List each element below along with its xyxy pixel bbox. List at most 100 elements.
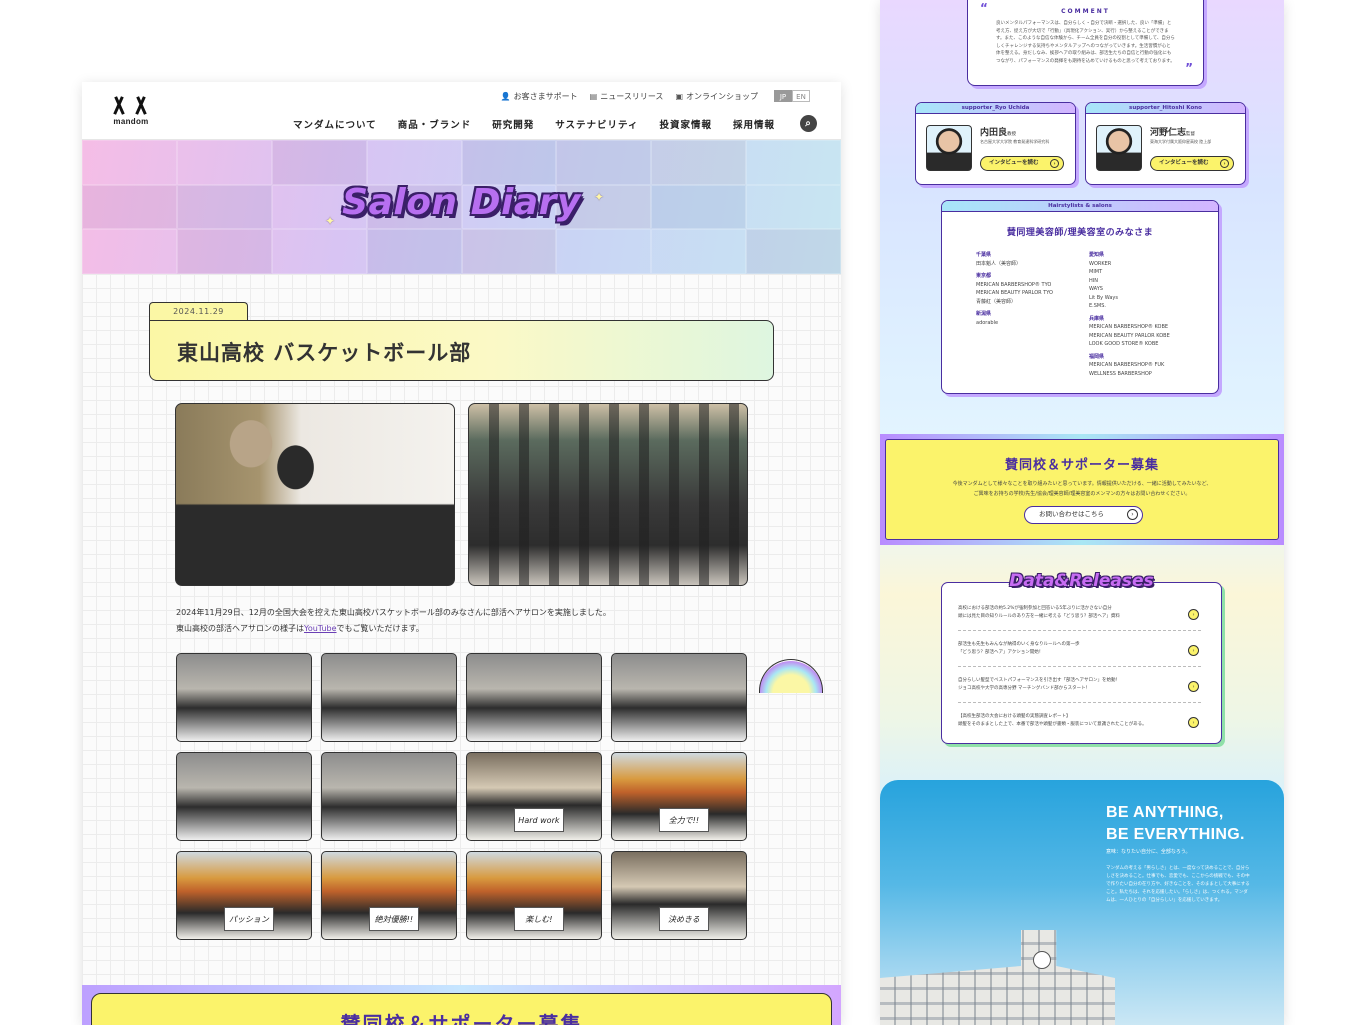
- gallery-photo[interactable]: 決めきる: [611, 851, 747, 940]
- supporter-name-text: 内田良: [980, 128, 1008, 138]
- article-content: 2024.11.29 東山高校 バスケットボール部 2024年11月29日、12…: [82, 274, 841, 1025]
- message-card: 全力で!!: [658, 808, 709, 832]
- salon-name: 青藤紅（美容師）: [976, 298, 1017, 305]
- article-title-box: 東山高校 バスケットボール部: [149, 320, 774, 381]
- hero-title: Salon Diary: [342, 182, 581, 223]
- util-link-news[interactable]: ▤ ニュースリリース: [590, 91, 664, 102]
- nav-item-investors[interactable]: 投資家情報: [659, 117, 712, 131]
- gallery-photo[interactable]: 全力で!!: [611, 752, 747, 841]
- lang-en-button[interactable]: EN: [792, 90, 810, 102]
- body-line-2-prefix: 東山高校の部活ヘアサロンの様子は: [176, 624, 304, 633]
- read-interview-button[interactable]: インタビューを読む ›: [980, 156, 1064, 171]
- avatar: [1096, 125, 1142, 171]
- salon-name: WELLNESS BARBERSHOP: [1089, 370, 1152, 377]
- util-link-support[interactable]: 👤 お客さまサポート: [501, 91, 578, 102]
- contact-button[interactable]: お問い合わせはこちら ›: [1024, 506, 1143, 524]
- bag-icon: ▣: [675, 91, 683, 101]
- supporter-card-uchida: supporter_Ryo Uchida 内田良教授 名古屋大学大学院 教育発達…: [915, 102, 1076, 185]
- recruit-box-inner: 賛同校＆サポーター募集 今後マンダムとして様々なことを取り組みたいと思っています…: [885, 439, 1279, 540]
- recruit-banner: 賛同校＆サポーター募集: [82, 985, 841, 1025]
- nav-item-about[interactable]: マンダムについて: [293, 117, 377, 131]
- read-interview-button[interactable]: インタビューを読む ›: [1150, 156, 1234, 171]
- site-header: mandom 👤 お客さまサポート ▤ ニュースリリース ▣ オンラインショップ…: [82, 82, 841, 140]
- message-card: 絶対優勝!!: [368, 907, 419, 931]
- supporter-affiliation: 東海大学付属大阪仰星高校 陸上部: [1150, 139, 1212, 144]
- main-photo-haircut: [175, 403, 455, 586]
- body-line-2: 東山高校の部活ヘアサロンの様子はYouTubeでもご覧いただけます。: [176, 621, 611, 637]
- util-link-shop[interactable]: ▣ オンラインショップ: [675, 91, 758, 102]
- salon-name: MERICAN BARBERSHOP® FUK: [1089, 362, 1165, 368]
- supporter-affiliation: 名古屋大学大学院 教育発達科学研究科: [980, 139, 1050, 144]
- lang-jp-button[interactable]: JP: [774, 90, 792, 102]
- article-title: 東山高校 バスケットボール部: [177, 341, 472, 365]
- language-switcher: JP EN: [774, 90, 810, 102]
- release-item[interactable]: 自分らしい髪型でベストパフォーマンスを引き出す「部活ヘアサロン」を始動！ ジョコ…: [958, 673, 1201, 703]
- prefecture-label: 千葉県: [976, 252, 992, 258]
- message-card: 楽しむ!: [513, 907, 564, 931]
- gallery-photo[interactable]: [611, 653, 747, 742]
- release-line: 頭髪をそのままとした上で、本番で部活や頭髪が書類・服装について意識されたことがあ…: [958, 722, 1147, 727]
- supporter-title: 教授: [1007, 132, 1017, 137]
- salon-name: WORKER: [1089, 260, 1112, 267]
- gallery-photo[interactable]: [176, 752, 312, 841]
- message-card: Hard work: [513, 808, 564, 832]
- main-photo-group: [468, 403, 748, 586]
- salons-column-left: 千葉県 田本魁人（美容師） 東京都 MERICAN BARBERSHOP® TY…: [976, 247, 1053, 327]
- salon-name: HIN: [1089, 277, 1098, 284]
- body-line-2-suffix: でもご覧いただけます。: [336, 624, 424, 633]
- prefecture-label: 新潟県: [976, 311, 992, 317]
- release-line: 自分らしい髪型でベストパフォーマンスを引き出す「部活ヘアサロン」を始動！: [958, 678, 1120, 683]
- salons-title: 賛同理美容師/理美容室のみなさま: [1006, 228, 1154, 238]
- close-quote-icon: ”: [1185, 61, 1193, 75]
- nav-item-recruit[interactable]: 採用情報: [733, 117, 775, 131]
- salon-name: MERICAN BARBERSHOP® KOBE: [1089, 324, 1169, 330]
- button-label: インタビューを読む: [1159, 160, 1209, 166]
- body-line-1: 2024年11月29日、12月の全国大会を控えた東山高校バスケットボール部のみな…: [176, 608, 611, 617]
- release-item[interactable]: 部活生も先生もみんなが納得のいく身なりルールへの第一歩 「どう思う？部活ヘア」ア…: [958, 637, 1201, 667]
- release-line: 【高校生部活の大会における頭髪の実態調査レポート】: [958, 714, 1071, 719]
- gallery-photo[interactable]: [466, 653, 602, 742]
- releases-box: Data&Releases 高校における部活の約5.2%が強制参加と回答いる5年…: [941, 571, 1222, 744]
- mandom-logo[interactable]: mandom: [109, 96, 153, 126]
- article-date: 2024.11.29: [149, 302, 248, 320]
- gallery-photo[interactable]: [321, 653, 457, 742]
- floating-badge[interactable]: [759, 659, 823, 693]
- comment-text: 良いメンタルパフォーマンスは、自分らしく・自分で決断・選択した、良い「準備」と考…: [996, 21, 1175, 64]
- salon-name: MIMT: [1089, 269, 1103, 275]
- salons-header: Hairstylists & salons: [942, 201, 1218, 212]
- brand-message-panel: BE ANYTHING, BE EVERYTHING. 意味：なりたい自分に、全…: [880, 780, 1284, 1025]
- release-line: 頭には見た目の知りルールのあり方を一緒に考える「どう思う？部活ヘア」資料: [958, 614, 1120, 619]
- arrow-right-icon: ›: [1188, 681, 1199, 692]
- nav-item-research[interactable]: 研究開発: [492, 117, 534, 131]
- recruit-text: 今後マンダムとして様々なことを取り組みたいと思っています。情報提供いただける、一…: [886, 479, 1278, 499]
- recruit-title: 賛同校＆サポーター募集: [1004, 458, 1159, 473]
- release-item[interactable]: 【高校生部活の大会における頭髪の実態調査レポート】 頭髪をそのままとした上で、本…: [958, 709, 1201, 739]
- message-card: 決めきる: [658, 907, 709, 931]
- supporter-name: 河野仁志監督: [1150, 125, 1195, 138]
- school-building-image: [880, 930, 1115, 1025]
- button-label: お問い合わせはこちら: [1039, 510, 1104, 518]
- supporter-name-text: 河野仁志: [1150, 128, 1187, 138]
- recruit-text-line: ご興味をお持ちの学校/先生/協会/理美容師/理美容室のメンマンの方々はお問い合わ…: [973, 491, 1191, 497]
- main-nav: マンダムについて 商品・ブランド 研究開発 サステナビリティ 投資家情報 採用情…: [293, 115, 817, 132]
- arrow-right-icon: ›: [1220, 159, 1229, 168]
- salon-name: E.SMS.: [1089, 303, 1106, 309]
- release-item[interactable]: 高校における部活の約5.2%が強制参加と回答いる5年ぶりに活かさない自分 頭には…: [958, 601, 1201, 631]
- gallery-photo[interactable]: 絶対優勝!!: [321, 851, 457, 940]
- comment-box: “ COMMENT 良いメンタルパフォーマンスは、自分らしく・自分で決断・選択し…: [967, 0, 1204, 86]
- nav-item-sustainability[interactable]: サステナビリティ: [555, 117, 638, 131]
- search-icon[interactable]: ⌕: [800, 115, 817, 132]
- brand-title-line: BE ANYTHING,: [1106, 804, 1224, 821]
- salons-column-right: 愛知県 WORKER MIMT HIN WAYS Lit By Ways E.S…: [1089, 247, 1170, 378]
- gallery-photo[interactable]: [176, 653, 312, 742]
- hero-banner: ✦ ✦ Salon Diary: [82, 140, 841, 274]
- arrow-right-icon: ›: [1127, 509, 1138, 520]
- youtube-link[interactable]: YouTube: [304, 624, 337, 633]
- gallery-photo[interactable]: Hard work: [466, 752, 602, 841]
- nav-item-products[interactable]: 商品・ブランド: [398, 117, 472, 131]
- gallery-photo[interactable]: 楽しむ!: [466, 851, 602, 940]
- salon-name: MERICAN BEAUTY PARLOR TYO: [976, 290, 1053, 296]
- gallery-photo[interactable]: [321, 752, 457, 841]
- gallery-photo[interactable]: パッション: [176, 851, 312, 940]
- prefecture-label: 東京都: [976, 273, 992, 279]
